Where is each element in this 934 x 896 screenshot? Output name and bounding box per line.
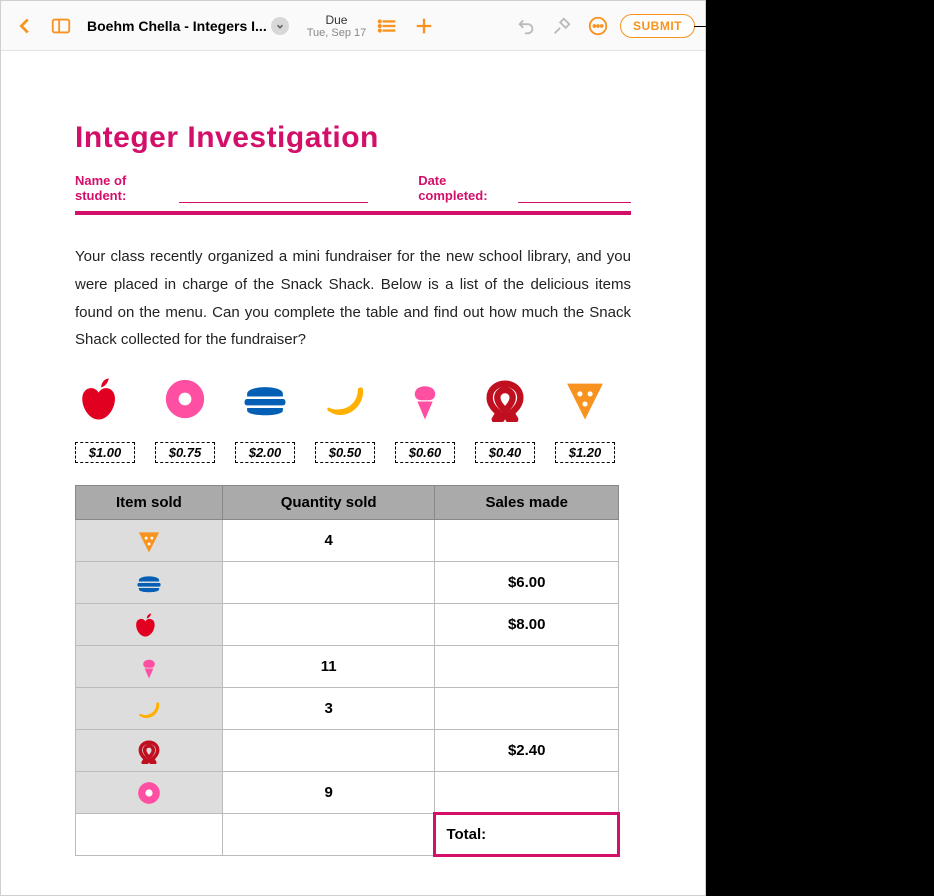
- due-label: Due: [307, 13, 367, 27]
- table-row: 4: [76, 520, 619, 562]
- qty-cell[interactable]: [222, 730, 435, 772]
- total-blank-1: [76, 814, 223, 856]
- due-block: Due Tue, Sep 17: [307, 13, 367, 39]
- menu-item-icecream: $0.60: [395, 374, 455, 463]
- table-header: Item sold: [76, 486, 223, 520]
- panels-icon[interactable]: [47, 12, 75, 40]
- price-pizza: $1.20: [555, 442, 615, 463]
- qty-cell[interactable]: 3: [222, 688, 435, 730]
- pretzel-icon: [482, 374, 528, 424]
- qty-cell[interactable]: [222, 604, 435, 646]
- name-field: Name of student:: [75, 173, 368, 203]
- menu-item-burger: $2.00: [235, 374, 295, 463]
- total-blank-2: [222, 814, 435, 856]
- submit-button[interactable]: SUBMIT: [620, 14, 695, 38]
- due-date: Tue, Sep 17: [307, 27, 367, 39]
- sales-cell[interactable]: [435, 646, 619, 688]
- undo-icon[interactable]: [512, 12, 540, 40]
- menu-item-pizza: $1.20: [555, 374, 615, 463]
- item-cell-banana: [76, 688, 223, 730]
- apple-icon: [82, 374, 128, 424]
- page-title: Integer Investigation: [75, 121, 631, 155]
- sales-table: Item soldQuantity soldSales made 4 $6.00…: [75, 485, 620, 857]
- table-header: Quantity sold: [222, 486, 435, 520]
- chevron-down-icon[interactable]: [271, 17, 289, 35]
- banana-icon: [322, 374, 368, 424]
- menu-row: $1.00 $0.75 $2.00 $0.50 $0.60 $0.40 $1.2…: [75, 374, 631, 463]
- qty-cell[interactable]: [222, 562, 435, 604]
- table-row: 11: [76, 646, 619, 688]
- doc-title-block[interactable]: Boehm Chella - Integers I...: [87, 17, 289, 35]
- item-cell-donut: [76, 772, 223, 814]
- menu-item-donut: $0.75: [155, 374, 215, 463]
- menu-item-banana: $0.50: [315, 374, 375, 463]
- price-icecream: $0.60: [395, 442, 455, 463]
- page-content: Integer Investigation Name of student: D…: [1, 51, 705, 895]
- price-banana: $0.50: [315, 442, 375, 463]
- qty-cell[interactable]: 9: [222, 772, 435, 814]
- menu-item-apple: $1.00: [75, 374, 135, 463]
- gavel-icon[interactable]: [548, 12, 576, 40]
- table-row: $8.00: [76, 604, 619, 646]
- more-icon[interactable]: [584, 12, 612, 40]
- date-label: Date completed:: [418, 173, 514, 203]
- item-cell-pizza: [76, 520, 223, 562]
- table-row: 3: [76, 688, 619, 730]
- sales-cell[interactable]: [435, 688, 619, 730]
- pizza-icon: [562, 374, 608, 424]
- callout-line: [694, 26, 754, 27]
- burger-icon: [242, 374, 288, 424]
- form-row: Name of student: Date completed:: [75, 173, 631, 203]
- qty-cell[interactable]: 11: [222, 646, 435, 688]
- list-icon[interactable]: [374, 12, 402, 40]
- add-icon[interactable]: [410, 12, 438, 40]
- intro-paragraph: Your class recently organized a mini fun…: [75, 243, 631, 354]
- name-label: Name of student:: [75, 173, 175, 203]
- divider: [75, 211, 631, 215]
- icecream-icon: [402, 374, 448, 424]
- sales-cell[interactable]: $8.00: [435, 604, 619, 646]
- menu-item-pretzel: $0.40: [475, 374, 535, 463]
- table-row: $6.00: [76, 562, 619, 604]
- item-cell-icecream: [76, 646, 223, 688]
- doc-title: Boehm Chella - Integers I...: [87, 18, 267, 34]
- price-pretzel: $0.40: [475, 442, 535, 463]
- donut-icon: [162, 374, 208, 424]
- total-row: Total:: [76, 814, 619, 856]
- sales-cell[interactable]: $6.00: [435, 562, 619, 604]
- sales-cell[interactable]: [435, 520, 619, 562]
- price-burger: $2.00: [235, 442, 295, 463]
- app-window: Boehm Chella - Integers I... Due Tue, Se…: [0, 0, 706, 896]
- table-row: $2.40: [76, 730, 619, 772]
- item-cell-pretzel: [76, 730, 223, 772]
- date-field: Date completed:: [418, 173, 631, 203]
- name-blank[interactable]: [179, 189, 368, 203]
- sales-cell[interactable]: $2.40: [435, 730, 619, 772]
- item-cell-burger: [76, 562, 223, 604]
- item-cell-apple: [76, 604, 223, 646]
- date-blank[interactable]: [518, 189, 631, 203]
- qty-cell[interactable]: 4: [222, 520, 435, 562]
- table-row: 9: [76, 772, 619, 814]
- price-donut: $0.75: [155, 442, 215, 463]
- sales-cell[interactable]: [435, 772, 619, 814]
- table-header: Sales made: [435, 486, 619, 520]
- total-cell[interactable]: Total:: [435, 814, 619, 856]
- back-icon[interactable]: [11, 12, 39, 40]
- toolbar: Boehm Chella - Integers I... Due Tue, Se…: [1, 1, 705, 51]
- price-apple: $1.00: [75, 442, 135, 463]
